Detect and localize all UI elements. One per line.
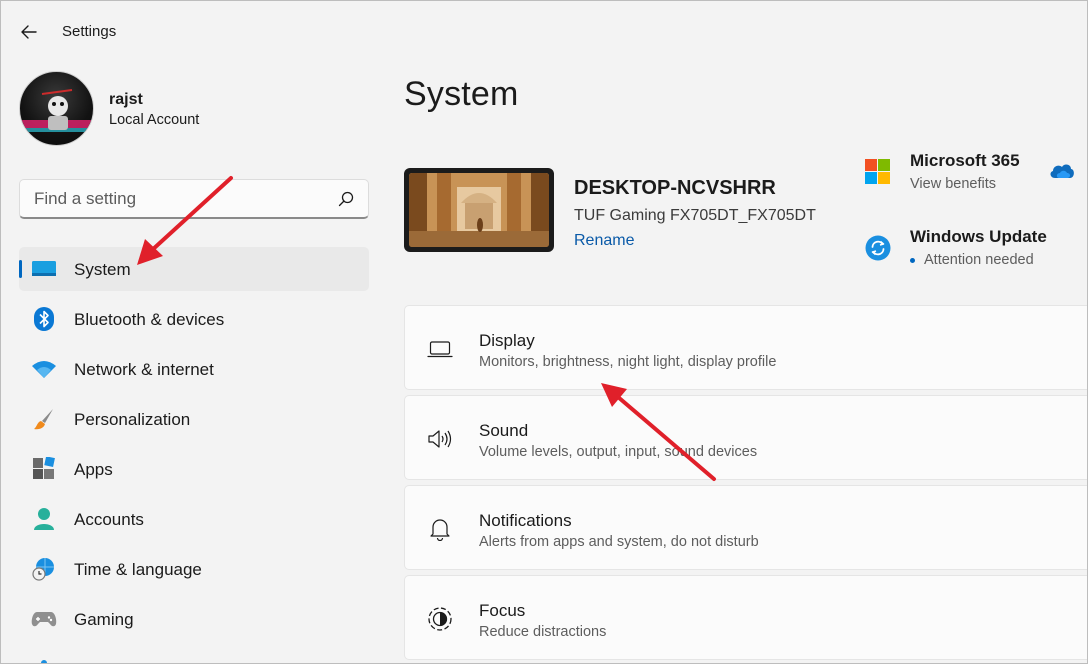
setting-description: Monitors, brightness, night light, displ… — [479, 354, 777, 370]
title-bar: Settings — [1, 1, 1087, 61]
device-name: DESKTOP-NCVSHRR — [574, 177, 776, 199]
setting-description: Alerts from apps and system, do not dist… — [479, 534, 759, 550]
microsoft-logo-icon — [865, 159, 890, 184]
apps-icon — [31, 457, 57, 481]
sidebar-item-accessibility[interactable] — [19, 647, 369, 663]
onedrive-cloud-icon — [1050, 164, 1074, 178]
sidebar-item-time-language[interactable]: Time & language — [19, 547, 369, 591]
device-model: TUF Gaming FX705DT_FX705DT — [574, 207, 816, 224]
account-type: Local Account — [109, 112, 200, 128]
setting-title: Notifications — [479, 511, 572, 530]
avatar[interactable] — [19, 71, 94, 146]
user-name: rajst — [109, 91, 143, 108]
setting-description: Reduce distractions — [479, 624, 607, 640]
setting-display[interactable]: Display Monitors, brightness, night ligh… — [404, 305, 1087, 390]
active-indicator — [19, 260, 22, 278]
app-title: Settings — [62, 23, 117, 40]
page-title: System — [404, 75, 519, 113]
promo-title: Microsoft 365 — [910, 151, 1020, 170]
back-arrow-icon — [21, 25, 37, 39]
search-input[interactable] — [20, 180, 368, 217]
accessibility-icon — [31, 657, 57, 663]
globe-clock-icon — [31, 557, 57, 581]
setting-description: Volume levels, output, input, sound devi… — [479, 444, 758, 460]
laptop-display-icon — [427, 336, 453, 362]
sidebar-item-system[interactable]: System — [19, 247, 369, 291]
sidebar-nav: System Bluetooth & devices Network & int… — [19, 247, 369, 663]
wifi-icon — [31, 357, 57, 381]
attention-dot — [910, 258, 915, 263]
gamepad-icon — [31, 607, 57, 631]
promo-subtitle: Attention needed — [924, 252, 1034, 268]
sidebar-item-label: Apps — [74, 460, 113, 479]
setting-sound[interactable]: Sound Volume levels, output, input, soun… — [404, 395, 1087, 480]
sidebar-item-bluetooth[interactable]: Bluetooth & devices — [19, 297, 369, 341]
sidebar-item-apps[interactable]: Apps — [19, 447, 369, 491]
setting-title: Sound — [479, 421, 529, 440]
focus-icon — [427, 606, 453, 632]
microsoft-365-promo[interactable]: Microsoft 365 View benefits — [863, 151, 1087, 199]
paintbrush-icon — [31, 407, 57, 431]
accounts-icon — [31, 507, 57, 531]
promo-title: Windows Update — [910, 227, 1047, 246]
back-button[interactable] — [17, 21, 41, 43]
setting-title: Display — [479, 331, 535, 350]
speaker-icon — [427, 426, 453, 452]
windows-update-promo[interactable]: Windows Update Attention needed — [863, 227, 1087, 275]
rename-link[interactable]: Rename — [574, 232, 634, 250]
setting-notifications[interactable]: Notifications Alerts from apps and syste… — [404, 485, 1087, 570]
sidebar-item-label: Accounts — [74, 510, 144, 529]
sidebar-item-label: Gaming — [74, 610, 134, 629]
settings-list: Display Monitors, brightness, night ligh… — [404, 305, 1087, 663]
setting-title: Focus — [479, 601, 526, 620]
system-display-icon — [31, 257, 57, 281]
search-icon[interactable] — [338, 191, 354, 207]
sidebar-item-accounts[interactable]: Accounts — [19, 497, 369, 541]
search-box — [19, 179, 369, 219]
sidebar-item-gaming[interactable]: Gaming — [19, 597, 369, 641]
bluetooth-icon — [31, 307, 57, 331]
sidebar-item-label: Network & internet — [74, 360, 214, 379]
sidebar-item-label: Time & language — [74, 560, 202, 579]
sidebar-item-label: Bluetooth & devices — [74, 310, 225, 329]
sidebar-item-network[interactable]: Network & internet — [19, 347, 369, 391]
bell-icon — [427, 516, 453, 542]
promo-subtitle: View benefits — [910, 176, 996, 192]
sidebar-item-label: Personalization — [74, 410, 191, 429]
windows-update-icon — [865, 235, 891, 261]
settings-window: Settings rajst Local Account System — [0, 0, 1088, 664]
sidebar-item-personalization[interactable]: Personalization — [19, 397, 369, 441]
device-wallpaper-thumbnail[interactable] — [404, 168, 554, 252]
setting-focus[interactable]: Focus Reduce distractions — [404, 575, 1087, 660]
sidebar-item-label: System — [74, 260, 131, 279]
